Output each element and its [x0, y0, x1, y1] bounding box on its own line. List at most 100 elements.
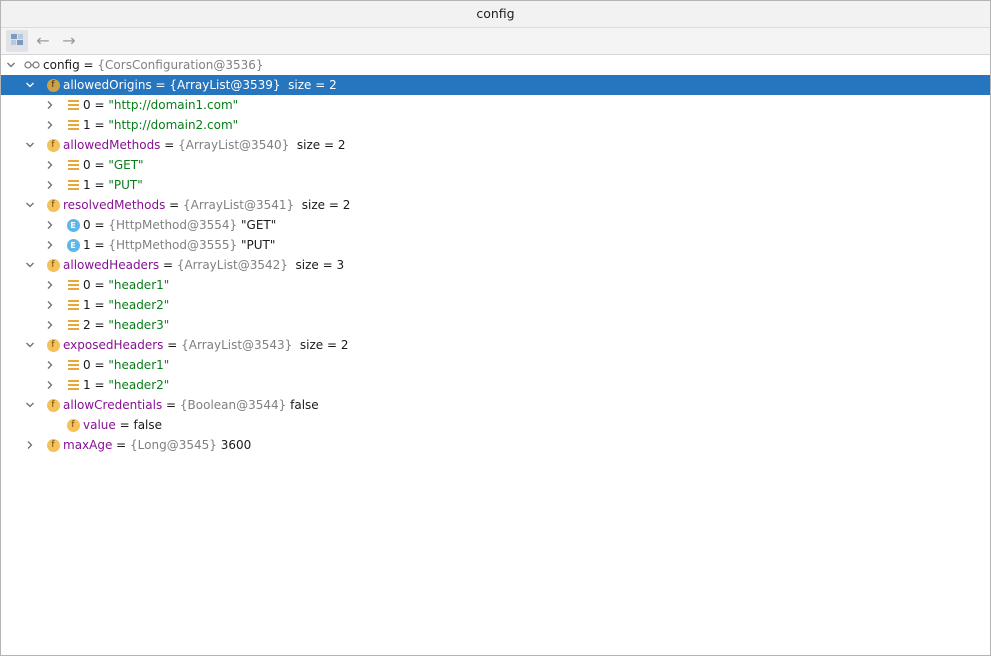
- chevron-right-icon[interactable]: [43, 178, 57, 192]
- tree-row-allowCredentials[interactable]: f allowCredentials = {Boolean@3544} false: [1, 395, 990, 415]
- equals: =: [90, 158, 109, 172]
- array-item-icon: [66, 378, 80, 392]
- tree-row-item[interactable]: 2 = "header3": [1, 315, 990, 335]
- tree-row-item[interactable]: E1 = {HttpMethod@3555} "PUT": [1, 235, 990, 255]
- field-name: allowCredentials: [63, 398, 163, 412]
- row-content: resolvedMethods = {ArrayList@3541} size …: [63, 198, 350, 212]
- chevron-right-icon[interactable]: [43, 158, 57, 172]
- enum-icon: E: [66, 238, 80, 252]
- tree-row-allowedOrigins[interactable]: f allowedOrigins = {ArrayList@3539} size …: [1, 75, 990, 95]
- chevron-right-icon[interactable]: [43, 298, 57, 312]
- chevron-down-icon[interactable]: [23, 138, 37, 152]
- array-item-icon: [66, 318, 80, 332]
- size-label: size = 2: [292, 338, 349, 352]
- size-label: size = 3: [287, 258, 345, 272]
- item-index: 0: [83, 358, 91, 372]
- equals: =: [90, 358, 109, 372]
- field-icon: f: [66, 418, 80, 432]
- item-index: 0: [83, 218, 91, 232]
- size-label: size = 2: [280, 78, 337, 92]
- field-badge: f: [46, 398, 60, 412]
- array-item-icon: [66, 358, 80, 372]
- chevron-right-icon[interactable]: [43, 278, 57, 292]
- row-content: 1 = "PUT": [83, 178, 143, 192]
- tree-row-allowedHeaders[interactable]: f allowedHeaders = {ArrayList@3542} size …: [1, 255, 990, 275]
- chevron-right-icon[interactable]: [43, 238, 57, 252]
- tree-row-value[interactable]: f value = false: [1, 415, 990, 435]
- field-badge: f: [46, 258, 60, 272]
- debugger-window: config ← → config = {CorsConfiguration@3…: [0, 0, 991, 656]
- field-name: allowedMethods: [63, 138, 161, 152]
- equals: =: [90, 118, 109, 132]
- tree-row-item[interactable]: 1 = "header2": [1, 295, 990, 315]
- item-index: 0: [83, 98, 91, 112]
- type-ref: {ArrayList@3540}: [178, 138, 290, 152]
- equals: =: [90, 298, 109, 312]
- chevron-down-icon[interactable]: [23, 78, 37, 92]
- equals: =: [90, 98, 109, 112]
- chevron-right-icon[interactable]: [43, 358, 57, 372]
- tree-row-item[interactable]: 0 = "GET": [1, 155, 990, 175]
- back-button[interactable]: ←: [32, 30, 54, 52]
- row-content: exposedHeaders = {ArrayList@3543} size =…: [63, 338, 348, 352]
- tree-row-config[interactable]: config = {CorsConfiguration@3536}: [1, 55, 990, 75]
- equals: =: [151, 78, 170, 92]
- item-index: 1: [83, 378, 91, 392]
- variables-tree: config = {CorsConfiguration@3536} f allowe…: [1, 55, 990, 455]
- chevron-right-icon[interactable]: [43, 118, 57, 132]
- tree-row-item[interactable]: 0 = "http://domain1.com": [1, 95, 990, 115]
- row-content: allowCredentials = {Boolean@3544} false: [63, 398, 319, 412]
- tree-row-item[interactable]: 1 = "PUT": [1, 175, 990, 195]
- tree-row-item[interactable]: 0 = "header1": [1, 275, 990, 295]
- item-index: 2: [83, 318, 91, 332]
- field-badge: f: [46, 78, 60, 92]
- field-name: maxAge: [63, 438, 113, 452]
- field-badge: f: [46, 138, 60, 152]
- chevron-right-icon[interactable]: [43, 318, 57, 332]
- layout-button[interactable]: [6, 30, 28, 52]
- equals: =: [79, 58, 98, 72]
- chevron-right-icon[interactable]: [43, 378, 57, 392]
- chevron-right-icon[interactable]: [43, 218, 57, 232]
- equals: =: [160, 138, 179, 152]
- row-content: allowedOrigins = {ArrayList@3539} size =…: [63, 78, 337, 92]
- tree-row-item[interactable]: 0 = "header1": [1, 355, 990, 375]
- chevron-down-icon[interactable]: [23, 398, 37, 412]
- enum-badge: E: [66, 238, 80, 252]
- forward-button[interactable]: →: [58, 30, 80, 52]
- row-content: 1 = {HttpMethod@3555} "PUT": [83, 238, 275, 252]
- row-content: 0 = "GET": [83, 158, 144, 172]
- item-index: 1: [83, 118, 91, 132]
- chevron-down-icon[interactable]: [4, 58, 18, 72]
- tree-row-maxAge[interactable]: f maxAge = {Long@3545} 3600: [1, 435, 990, 455]
- tree-row-exposedHeaders[interactable]: f exposedHeaders = {ArrayList@3543} size …: [1, 335, 990, 355]
- equals: =: [162, 398, 180, 412]
- field-badge: f: [46, 438, 60, 452]
- item-index: 1: [83, 238, 91, 252]
- string-value: "header3": [108, 318, 170, 332]
- string-value: "header1": [108, 278, 170, 292]
- field-icon: f: [46, 398, 60, 412]
- field-badge: f: [66, 418, 80, 432]
- tree-row-item[interactable]: E0 = {HttpMethod@3554} "GET": [1, 215, 990, 235]
- type-ref: {ArrayList@3543}: [181, 338, 293, 352]
- tree-row-item[interactable]: 1 = "header2": [1, 375, 990, 395]
- array-item-icon: [66, 178, 80, 192]
- row-content: 1 = "http://domain2.com": [83, 118, 238, 132]
- tree-row-allowedMethods[interactable]: f allowedMethods = {ArrayList@3540} size …: [1, 135, 990, 155]
- field-badge: f: [46, 338, 60, 352]
- chevron-down-icon[interactable]: [23, 338, 37, 352]
- chevron-down-icon[interactable]: [23, 198, 37, 212]
- chevron-down-icon[interactable]: [23, 258, 37, 272]
- equals: =: [90, 238, 109, 252]
- row-content: allowedHeaders = {ArrayList@3542} size =…: [63, 258, 344, 272]
- chevron-right-icon[interactable]: [23, 438, 37, 452]
- tree-row-item[interactable]: 1 = "http://domain2.com": [1, 115, 990, 135]
- field-name: resolvedMethods: [63, 198, 166, 212]
- field-icon: f: [46, 338, 60, 352]
- chevron-right-icon[interactable]: [43, 98, 57, 112]
- row-content: maxAge = {Long@3545} 3600: [63, 438, 251, 452]
- tree-row-resolvedMethods[interactable]: f resolvedMethods = {ArrayList@3541} size…: [1, 195, 990, 215]
- row-content: 0 = "http://domain1.com": [83, 98, 238, 112]
- enum-icon: E: [66, 218, 80, 232]
